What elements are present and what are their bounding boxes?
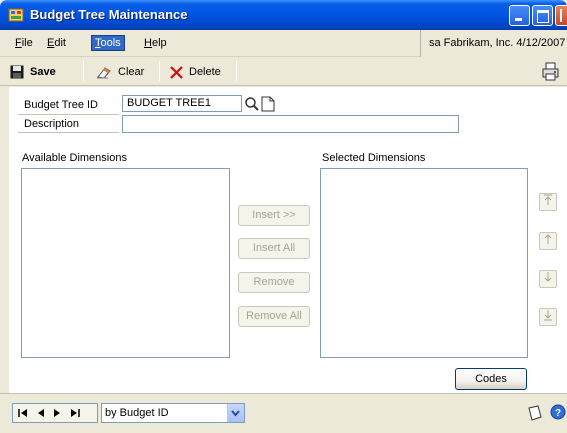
clear-label: Clear <box>118 66 145 78</box>
lookup-magnifier-icon[interactable] <box>244 96 260 112</box>
remove-button[interactable]: Remove <box>238 272 310 293</box>
toolbar-separator <box>83 61 84 81</box>
delete-x-icon <box>170 65 183 79</box>
save-label: Save <box>30 66 56 78</box>
record-navigation <box>12 403 98 423</box>
dropdown-arrow[interactable] <box>227 404 244 422</box>
available-dimensions-label: Available Dimensions <box>22 152 127 164</box>
move-down-icon <box>544 272 552 282</box>
menu-help-rest: elp <box>151 37 167 49</box>
menu-file-rest: ile <box>21 37 33 49</box>
move-up-button[interactable] <box>539 232 557 250</box>
budget-tree-window: Budget Tree Maintenance File Edit Tools … <box>0 0 567 433</box>
next-record-icon[interactable] <box>51 407 63 419</box>
insert-all-button[interactable]: Insert All <box>238 238 310 259</box>
budget-tree-id-label: Budget Tree ID <box>24 99 98 111</box>
user-company-date-status: sa Fabrikam, Inc. 4/12/2007 <box>420 30 567 57</box>
toolbar: Save Clear Delete <box>0 57 567 86</box>
menu-tools[interactable]: Tools <box>91 35 125 51</box>
move-top-button[interactable] <box>539 193 557 211</box>
note-page-icon[interactable] <box>261 96 275 112</box>
last-record-icon[interactable] <box>69 407 81 419</box>
eraser-icon <box>97 67 111 79</box>
previous-record-icon[interactable] <box>35 407 47 419</box>
minimize-button[interactable] <box>509 5 530 26</box>
menu-edit-rest: dit <box>54 37 66 49</box>
window-title: Budget Tree Maintenance <box>30 7 188 22</box>
menu-help[interactable]: Help <box>141 36 170 50</box>
svg-text:?: ? <box>555 408 561 419</box>
menu-tools-rest: ools <box>100 37 121 49</box>
menu-file[interactable]: File <box>12 36 36 50</box>
close-button[interactable] <box>555 5 567 26</box>
codes-button[interactable]: Codes <box>455 368 527 390</box>
delete-label: Delete <box>189 66 221 78</box>
sort-order-value: by Budget ID <box>105 407 169 419</box>
divider <box>18 132 119 133</box>
help-icon[interactable]: ? <box>550 404 566 420</box>
selected-dimensions-label: Selected Dimensions <box>322 152 426 164</box>
menu-edit[interactable]: Edit <box>44 36 69 50</box>
title-bar[interactable]: Budget Tree Maintenance <box>0 0 567 30</box>
move-up-icon <box>544 234 552 244</box>
toolbar-separator <box>236 61 237 81</box>
available-dimensions-list[interactable] <box>21 168 230 358</box>
delete-button[interactable]: Delete <box>170 63 221 81</box>
description-label: Description <box>24 118 80 130</box>
status-text: sa Fabrikam, Inc. 4/12/2007 <box>429 37 566 49</box>
remove-all-button[interactable]: Remove All <box>238 306 310 327</box>
menu-file-accel: F <box>15 37 22 49</box>
divider <box>18 114 119 115</box>
insert-button[interactable]: Insert >> <box>238 205 310 226</box>
selected-dimensions-list[interactable] <box>320 168 528 358</box>
window-note-icon[interactable] <box>527 405 543 421</box>
sort-order-select[interactable]: by Budget ID <box>101 403 245 423</box>
floppy-disk-icon <box>10 65 24 79</box>
move-bottom-button[interactable] <box>539 308 557 326</box>
budget-tree-id-field[interactable]: BUDGET TREE1 <box>122 95 242 112</box>
move-down-button[interactable] <box>539 270 557 288</box>
move-top-icon <box>544 194 552 205</box>
first-record-icon[interactable] <box>17 407 29 419</box>
toolbar-separator <box>159 61 160 81</box>
window-app-icon <box>8 8 24 22</box>
maximize-button[interactable] <box>532 5 553 26</box>
chevron-down-icon <box>231 410 240 417</box>
print-icon[interactable] <box>541 62 561 82</box>
save-button[interactable]: Save <box>10 63 56 81</box>
description-field[interactable] <box>122 115 459 133</box>
menu-help-accel: H <box>144 37 152 49</box>
move-bottom-icon <box>544 310 552 321</box>
clear-button[interactable]: Clear <box>96 63 144 81</box>
